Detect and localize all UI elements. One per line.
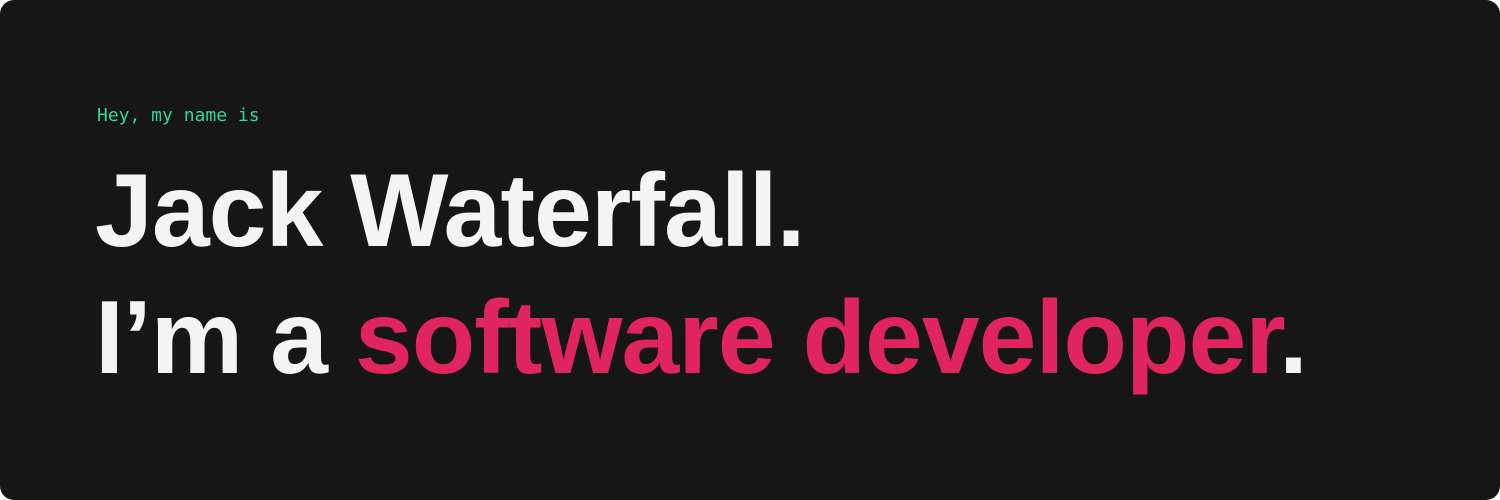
greeting-text: Hey, my name is [97, 105, 260, 126]
role-prefix: I’m a [95, 280, 355, 396]
role-suffix: . [1279, 280, 1308, 396]
role-highlight: software developer [354, 280, 1280, 396]
role-heading: I’m a software developer. [95, 278, 1308, 398]
name-heading: Jack Waterfall. [95, 153, 805, 269]
hero-banner: Hey, my name is Jack Waterfall. I’m a so… [0, 0, 1500, 500]
